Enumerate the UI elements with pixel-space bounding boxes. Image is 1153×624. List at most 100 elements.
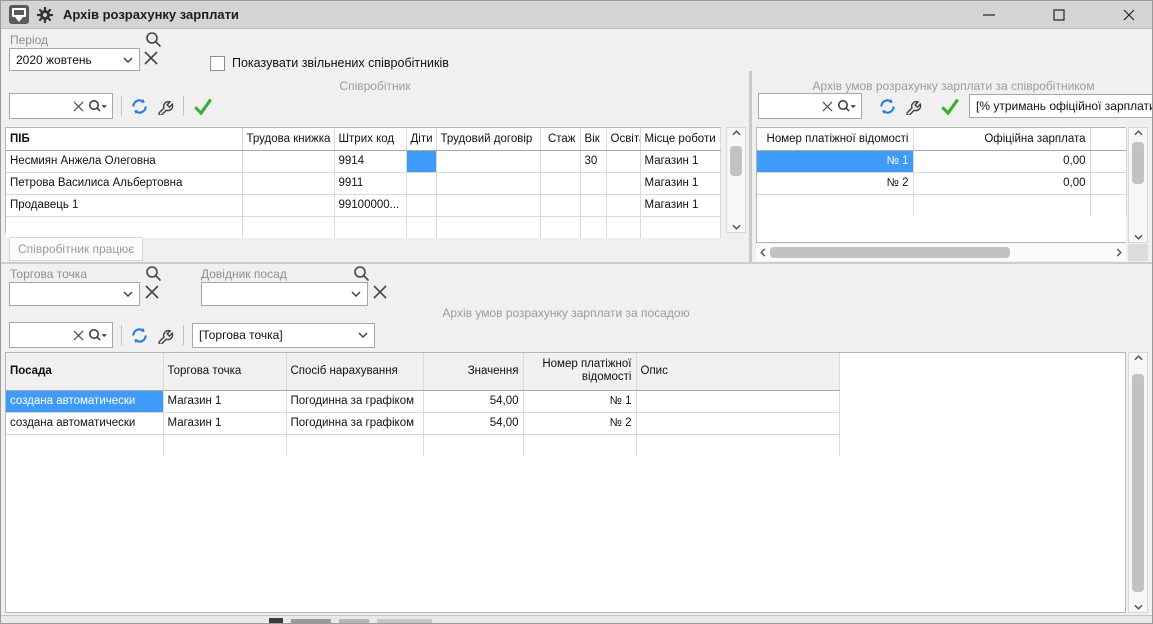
chevron-down-icon [345,291,367,297]
table-row[interactable]: создана автоматически Магазин 1 Погодинн… [6,412,839,434]
chevron-down-icon [117,291,139,297]
position-salary-section-title: Архів умов розрахунку зарплати за посадо… [1,306,1131,320]
wrench-icon[interactable] [157,326,175,344]
selected-cell[interactable]: создана автоматически [6,390,163,412]
column-header[interactable]: Діти [406,128,436,150]
selected-cell[interactable]: № 1 [757,150,913,172]
employee-salary-horizontal-scrollbar[interactable] [756,244,1126,261]
refresh-icon[interactable] [130,97,149,116]
search-mode-icon[interactable] [833,99,861,113]
table-row[interactable]: Продавець 199100000...Магазин 1 [6,194,720,216]
employees-search-box [9,93,113,119]
column-header[interactable]: Посада [6,353,163,390]
scrollbar-thumb[interactable] [730,146,742,176]
scrollbar-corner [1128,244,1148,261]
employee-salary-search-box [758,93,862,119]
position-salary-vertical-scrollbar[interactable] [1128,352,1148,613]
table-row[interactable]: № 1 0,00 [757,150,1126,172]
scrollbar-thumb[interactable] [1132,142,1144,184]
empty-row [6,434,839,456]
gear-icon [37,7,53,23]
table-row[interactable]: Несмиян Анжела Олеговна9914 30Магазин 1 [6,150,720,172]
scrollbar-thumb[interactable] [770,247,1010,258]
search-clear-icon[interactable] [822,101,833,112]
column-header[interactable]: Офіційна зарплата [913,128,1090,150]
employee-works-tab[interactable]: Співробітник працює [9,237,143,261]
column-header[interactable]: Стаж [540,128,580,150]
scroll-left-icon [760,248,766,257]
scroll-up-icon [1134,130,1143,136]
refresh-icon[interactable] [130,326,149,345]
shop-clear-icon[interactable] [144,284,160,300]
table-header-row: Номер платіжної відомості Офіційна зарпл… [757,128,1126,150]
app-icon [9,5,29,24]
positions-search-icon[interactable] [353,265,370,282]
positions-clear-icon[interactable] [372,284,388,300]
column-header[interactable]: Вік [580,128,606,150]
column-header[interactable]: Опис [636,353,839,390]
column-header[interactable]: Значення [423,353,523,390]
column-header[interactable]: Трудова книжка [242,128,334,150]
scroll-up-icon [1134,355,1143,361]
scrollbar-thumb[interactable] [1132,374,1144,592]
column-header[interactable]: Штрих код [334,128,406,150]
minimize-button[interactable] [972,2,1006,28]
horizontal-splitter[interactable] [1,262,1153,264]
selected-cell[interactable] [406,150,436,172]
employees-vertical-scrollbar[interactable] [726,127,746,233]
position-salary-search-box [9,322,113,348]
wrench-icon[interactable] [157,97,175,115]
show-fired-label: Показувати звільнених співробітників [232,56,449,70]
search-mode-icon[interactable] [84,328,112,342]
window-title: Архів розрахунку зарплати [63,7,239,22]
app-window: Архів розрахунку зарплати Період 2020 жо… [0,0,1153,624]
employee-salary-search-input[interactable] [759,96,822,116]
period-combobox[interactable]: 2020 жовтень [9,48,140,71]
shop-label: Торгова точка [10,267,87,281]
chevron-down-icon [352,332,374,338]
position-salary-table: Посада Торгова точка Спосіб нарахування … [5,352,1126,613]
column-header[interactable]: Освіта [606,128,640,150]
shop-search-icon[interactable] [145,265,162,282]
table-row[interactable]: № 2 0,00 [757,172,1126,194]
column-header [1090,128,1126,150]
column-header[interactable]: Трудовий договір [436,128,540,150]
table-row[interactable]: Петрова Василиса Альбертовна9911Магазин … [6,172,720,194]
background-window-edge [1,615,1153,624]
table-header-row: ПІБ Трудова книжка Штрих код Діти Трудов… [6,128,720,150]
vertical-splitter[interactable] [749,71,752,263]
period-clear-icon[interactable] [143,50,159,66]
close-button[interactable] [1112,2,1146,28]
search-clear-icon[interactable] [73,101,84,112]
employee-salary-vertical-scrollbar[interactable] [1128,127,1148,243]
chevron-down-icon [117,57,139,63]
refresh-icon[interactable] [878,97,897,116]
column-header[interactable]: Торгова точка [163,353,286,390]
apply-check-icon[interactable] [939,97,961,115]
positions-combobox[interactable] [201,282,368,306]
scroll-down-icon [1134,604,1143,610]
employees-search-input[interactable] [10,96,73,116]
column-header[interactable]: Спосіб нарахування [286,353,423,390]
scroll-down-icon [1134,234,1143,240]
titlebar: Архів розрахунку зарплати [1,1,1152,29]
apply-check-icon[interactable] [192,97,214,115]
period-search-icon[interactable] [145,31,162,48]
column-header[interactable]: Місце роботи [640,128,720,150]
column-header[interactable]: ПІБ [6,128,242,150]
shop-filter-combobox[interactable]: [Торгова точка] [192,323,375,348]
employee-salary-table: Номер платіжної відомості Офіційна зарпл… [756,127,1126,243]
position-salary-search-input[interactable] [10,325,73,345]
positions-label: Довідник посад [201,267,287,281]
column-header[interactable]: Номер платіжної відомості [523,353,636,390]
show-fired-checkbox[interactable] [210,56,225,71]
column-header[interactable]: Номер платіжної відомості [757,128,913,150]
search-clear-icon[interactable] [73,330,84,341]
table-row[interactable]: создана автоматически Магазин 1 Погодинн… [6,390,839,412]
maximize-button[interactable] [1042,2,1076,28]
employees-table: ПІБ Трудова книжка Штрих код Діти Трудов… [5,127,721,233]
wrench-icon[interactable] [905,97,923,115]
salary-type-combobox[interactable]: [% утримань офіційної зарплати] [969,94,1153,118]
shop-combobox[interactable] [9,282,140,306]
search-mode-icon[interactable] [84,99,112,113]
